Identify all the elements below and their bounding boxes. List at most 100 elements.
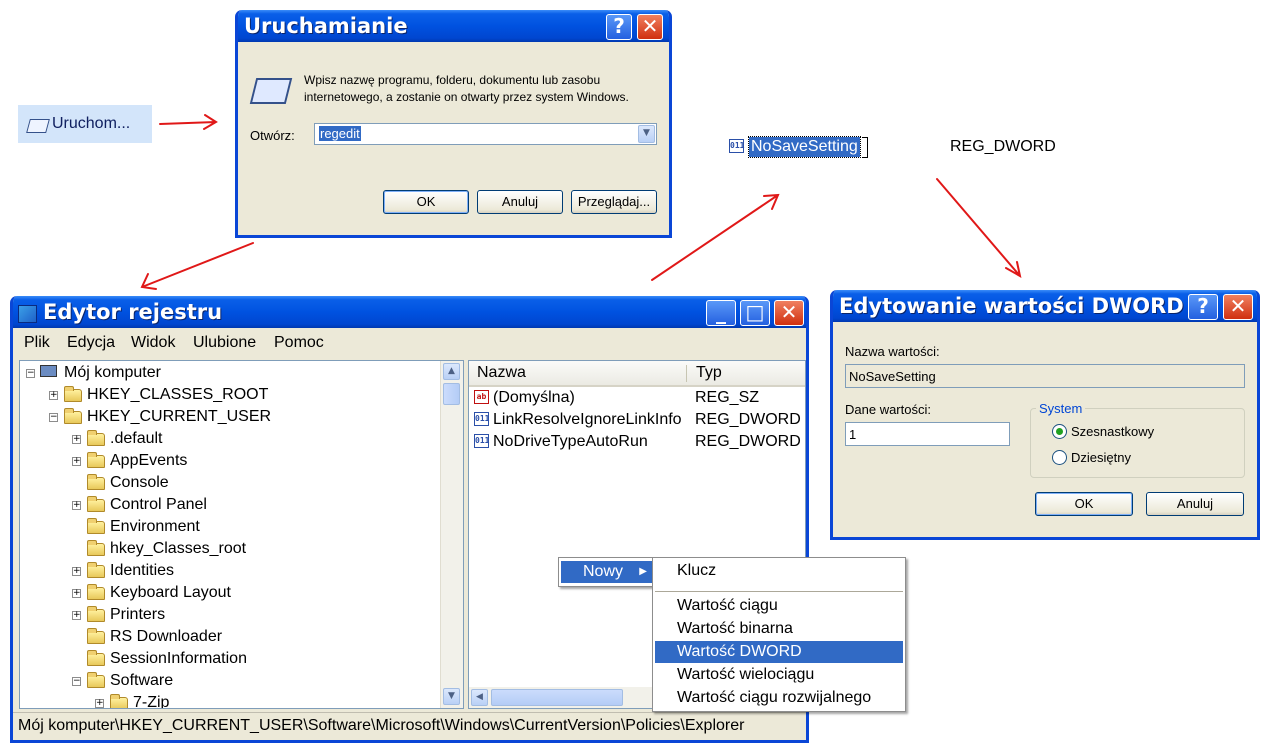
submenu-key[interactable]: Klucz [655, 560, 903, 582]
expand-icon[interactable]: + [72, 611, 81, 620]
maximize-button[interactable]: □ [740, 300, 770, 326]
menu-edit[interactable]: Edycja [67, 330, 115, 356]
menu-favorites[interactable]: Ulubione [193, 330, 256, 356]
close-button[interactable]: ✕ [774, 300, 804, 326]
tree-item-label: SessionInformation [110, 650, 247, 667]
menu-file[interactable]: Plik [24, 330, 50, 356]
scroll-left-icon[interactable]: ◀ [471, 689, 488, 706]
radio-dec[interactable] [1052, 450, 1067, 465]
folder-icon [64, 408, 82, 424]
arrow-start-to-run [159, 114, 218, 130]
tree-item[interactable]: RS Downloader [20, 626, 438, 648]
folder-icon [87, 672, 105, 688]
run-dialog-titlebar: Uruchamianie [238, 10, 669, 42]
run-dialog-title: Uruchamianie [244, 14, 408, 38]
menu-help[interactable]: Pomoc [274, 330, 324, 356]
tree-item-label: Console [110, 474, 169, 491]
scroll-thumb[interactable] [443, 383, 460, 405]
radio-hex-label[interactable]: Szesnastkowy [1071, 424, 1154, 439]
start-menu-run-item[interactable]: Uruchom... [18, 105, 152, 143]
cancel-button[interactable]: Anuluj [1146, 492, 1244, 516]
submenu-dword-value[interactable]: Wartość DWORD [655, 641, 903, 663]
collapse-icon[interactable]: − [72, 677, 81, 686]
tree-item[interactable]: Console [20, 472, 438, 494]
value-type: REG_DWORD [695, 411, 801, 428]
value-row[interactable]: 011 LinkResolveIgnoreLinkInfo REG_DWORD [469, 409, 805, 430]
tree-item[interactable]: + Control Panel [20, 494, 438, 516]
collapse-icon[interactable]: − [26, 369, 35, 378]
folder-icon [87, 606, 105, 622]
expand-icon[interactable]: + [72, 589, 81, 598]
status-path: Mój komputer\HKEY_CURRENT_USER\Software\… [18, 717, 745, 734]
menu-view[interactable]: Widok [131, 330, 175, 356]
tree-item[interactable]: + Identities [20, 560, 438, 582]
folder-icon [110, 694, 128, 708]
browse-button[interactable]: Przeglądaj... [571, 190, 657, 214]
hscroll-thumb[interactable] [491, 689, 623, 706]
status-bar: Mój komputer\HKEY_CURRENT_USER\Software\… [13, 712, 806, 740]
scroll-down-icon[interactable]: ▼ [443, 688, 460, 705]
value-name: (Domyślna) [493, 389, 575, 406]
folder-icon [87, 430, 105, 446]
tree-item-label: Software [110, 672, 174, 689]
tree-item[interactable]: Environment [20, 516, 438, 538]
ok-button[interactable]: OK [1035, 492, 1133, 516]
expand-icon[interactable]: + [72, 567, 81, 576]
minimize-button[interactable]: _ [706, 300, 736, 326]
tree-item[interactable]: − HKEY_CURRENT_USER [20, 406, 438, 428]
submenu-string-value[interactable]: Wartość ciągu [655, 595, 903, 617]
run-description: Wpisz nazwę programu, folderu, dokumentu… [304, 73, 629, 104]
value-name-text: NoSaveSetting [849, 369, 936, 384]
scroll-up-icon[interactable]: ▲ [443, 363, 460, 380]
ok-button[interactable]: OK [383, 190, 469, 214]
run-program-icon [249, 78, 293, 104]
value-row[interactable]: 011 NoDriveTypeAutoRun REG_DWORD [469, 431, 805, 452]
expand-icon[interactable]: + [95, 699, 104, 708]
tree-item[interactable]: − Mój komputer [20, 362, 438, 384]
submenu-multistring-value[interactable]: Wartość wielociągu [655, 664, 903, 686]
folder-icon [87, 562, 105, 578]
tree-scrollbar[interactable]: ▲ ▼ [440, 361, 463, 708]
value-row[interactable]: ab (Domyślna) REG_SZ [469, 387, 805, 408]
tree-item[interactable]: SessionInformation [20, 648, 438, 670]
new-value-name[interactable]: NoSaveSetting [748, 136, 861, 158]
submenu-arrow-icon: ▶ [639, 566, 647, 577]
arrow-value-to-dialog [936, 178, 1022, 278]
expand-icon[interactable]: + [49, 391, 58, 400]
submenu-expandable-string-value[interactable]: Wartość ciągu rozwijalnego [655, 687, 903, 709]
key-tree-pane: − Mój komputer + HKEY_CLASSES_ROOT − HKEY_CUR… [19, 360, 464, 709]
tree-item[interactable]: + HKEY_CLASSES_ROOT [20, 384, 438, 406]
cancel-button[interactable]: Anuluj [477, 190, 563, 214]
column-name-header[interactable]: Nazwa [477, 364, 526, 382]
close-button[interactable]: ✕ [637, 14, 663, 40]
help-button[interactable]: ? [1188, 294, 1218, 320]
tree-item[interactable]: hkey_Classes_root [20, 538, 438, 560]
submenu-binary-value[interactable]: Wartość binarna [655, 618, 903, 640]
chevron-down-icon[interactable]: ▼ [638, 125, 655, 143]
value-name: NoDriveTypeAutoRun [493, 433, 648, 450]
folder-icon [87, 474, 105, 490]
collapse-icon[interactable]: − [49, 413, 58, 422]
tree-item[interactable]: +7-Zip [20, 692, 438, 708]
tree-item[interactable]: + AppEvents [20, 450, 438, 472]
value-data-label: Dane wartości: [845, 402, 931, 417]
expand-icon[interactable]: + [72, 501, 81, 510]
radio-hex[interactable] [1052, 424, 1067, 439]
tree-item[interactable]: + .default [20, 428, 438, 450]
column-divider [686, 365, 687, 382]
close-button[interactable]: ✕ [1223, 294, 1253, 320]
tree-item[interactable]: − Software [20, 670, 438, 692]
open-combobox[interactable]: regedit ▼ [314, 123, 657, 145]
tree-item[interactable]: + Keyboard Layout [20, 582, 438, 604]
expand-icon[interactable]: + [72, 435, 81, 444]
value-name-field: NoSaveSetting [845, 364, 1245, 388]
open-input[interactable]: regedit [319, 126, 361, 141]
help-button[interactable]: ? [606, 14, 632, 40]
expand-icon[interactable]: + [72, 457, 81, 466]
radio-dec-label[interactable]: Dziesiętny [1071, 450, 1131, 465]
menu-item-new[interactable]: Nowy ▶ [561, 561, 653, 583]
value-data-input[interactable]: 1 [845, 422, 1010, 446]
tree-item[interactable]: + Printers [20, 604, 438, 626]
column-type-header[interactable]: Typ [696, 364, 722, 382]
folder-icon [87, 650, 105, 666]
